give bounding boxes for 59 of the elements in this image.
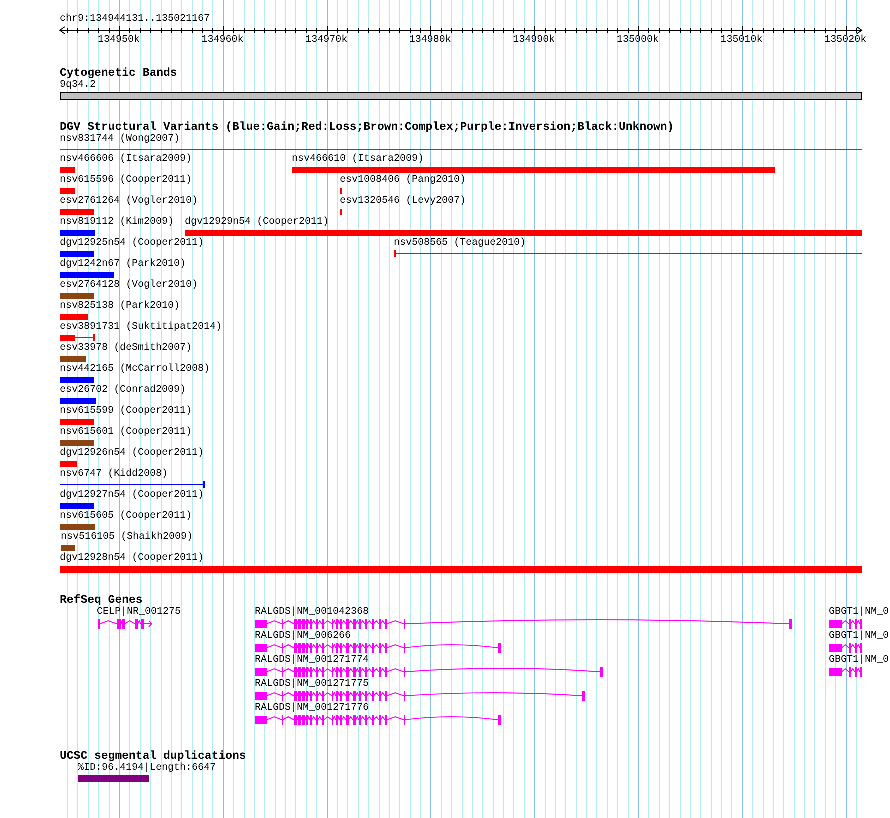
ruler-label: 134980k bbox=[409, 35, 452, 47]
gene-label[interactable]: GBGT1|NM_0 bbox=[829, 631, 890, 643]
track-title: UCSC segmental duplications bbox=[60, 750, 246, 763]
gene-model-drawing bbox=[829, 619, 862, 629]
gene-label[interactable]: RALGDS|NM_001271776 bbox=[255, 703, 370, 715]
track-title: RefSeq Genes bbox=[60, 594, 143, 607]
ruler-label: 135010k bbox=[720, 35, 763, 47]
gene-label[interactable]: CELP|NR_001275 bbox=[97, 607, 182, 619]
ruler-label: 134990k bbox=[513, 35, 556, 47]
gene-label[interactable]: RALGDS|NM_001271775 bbox=[255, 679, 370, 691]
ruler-label: 134970k bbox=[306, 35, 348, 47]
variant-label[interactable]: esv1320546 (Levy2007) bbox=[340, 196, 466, 208]
variant-label[interactable]: dgv12929n54 (Cooper2011) bbox=[185, 217, 330, 229]
gene-label[interactable]: GBGT1|NM_0 bbox=[829, 607, 890, 619]
variant-bar[interactable] bbox=[394, 250, 862, 258]
ruler-label: 134960k bbox=[202, 35, 244, 47]
variant-label[interactable]: esv1008406 (Pang2010) bbox=[340, 175, 466, 187]
segdup-bar[interactable] bbox=[78, 775, 149, 782]
variant-label[interactable]: nsv615601 (Cooper2011) bbox=[60, 427, 192, 439]
variant-label[interactable]: nsv508565 (Teague2010) bbox=[394, 238, 526, 250]
variant-label[interactable]: nsv615599 (Cooper2011) bbox=[60, 406, 192, 418]
variant-label[interactable]: nsv466606 (Itsara2009) bbox=[60, 154, 192, 166]
variant-label[interactable]: nsv466610 (Itsara2009) bbox=[292, 154, 424, 166]
gene-label[interactable]: GBGT1|NM_0 bbox=[829, 655, 890, 667]
variant-label[interactable]: esv26702 (Conrad2009) bbox=[60, 385, 186, 397]
variant-label[interactable]: dgv12928n54 (Cooper2011) bbox=[60, 553, 204, 565]
gene-model-drawing bbox=[98, 619, 153, 629]
variant-label[interactable]: nsv819112 (Kim2009) bbox=[60, 217, 174, 229]
variant-label[interactable]: dgv1242n67 (Park2010) bbox=[60, 259, 186, 271]
variant-label[interactable]: nsv825138 (Park2010) bbox=[60, 301, 180, 313]
track-title: DGV Structural Variants (Blue:Gain;Red:Loss;Brown:Complex;Purple:Inversion;Black:Unknown) bbox=[60, 121, 674, 134]
variant-label[interactable]: esv2761264 (Vogler2010) bbox=[60, 196, 198, 208]
variant-label[interactable]: nsv615605 (Cooper2011) bbox=[60, 511, 192, 523]
gene-model-drawing bbox=[829, 667, 862, 677]
variant-label[interactable]: dgv12925n54 (Cooper2011) bbox=[60, 238, 204, 250]
band-label: 9q34.2 bbox=[60, 80, 96, 92]
variant-label[interactable]: nsv6747 (Kidd2008) bbox=[60, 469, 168, 481]
variant-bar[interactable] bbox=[60, 481, 205, 489]
gene-label[interactable]: RALGDS|NM_001271774 bbox=[255, 655, 370, 667]
gene-label[interactable]: RALGDS|NM_001042368 bbox=[255, 607, 370, 619]
variant-label[interactable]: esv33978 (deSmith2007) bbox=[60, 343, 192, 355]
variant-label[interactable]: nsv516105 (Shaikh2009) bbox=[61, 532, 194, 544]
location-text: chr9:134944131..135021167 bbox=[60, 14, 210, 26]
segdup-label[interactable]: %ID:96.4194|Length:6647 bbox=[78, 763, 216, 775]
ruler-label: 135020k bbox=[824, 35, 867, 47]
variant-label[interactable]: nsv831744 (Wong2007) bbox=[60, 134, 180, 146]
ruler-label: 134950k bbox=[98, 35, 140, 47]
variant-label[interactable]: esv3891731 (Suktitipat2014) bbox=[60, 322, 222, 334]
cytoband-bar[interactable] bbox=[60, 92, 862, 100]
variant-label[interactable]: nsv615596 (Cooper2011) bbox=[60, 175, 192, 187]
gene-model-drawing bbox=[829, 643, 862, 653]
variant-label[interactable]: esv2764128 (Vogler2010) bbox=[60, 280, 198, 292]
variant-label[interactable]: dgv12926n54 (Cooper2011) bbox=[60, 448, 204, 460]
variant-label[interactable]: dgv12927n54 (Cooper2011) bbox=[60, 490, 204, 502]
variant-bar[interactable] bbox=[60, 334, 95, 342]
gene-label[interactable]: RALGDS|NM_006266 bbox=[255, 631, 352, 643]
variant-label[interactable]: nsv442165 (McCarroll2008) bbox=[60, 364, 210, 376]
ruler-label: 135000k bbox=[617, 35, 659, 47]
track-title: Cytogenetic Bands bbox=[60, 67, 178, 80]
